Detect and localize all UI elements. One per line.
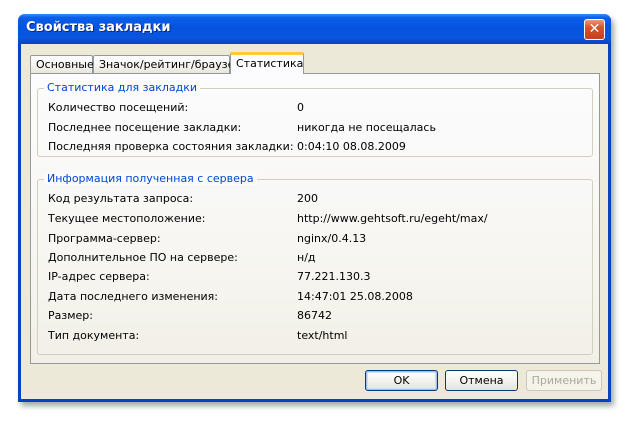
info-label: Текущее местоположение: [48,212,206,225]
info-row-server-software: Программа-сервер: nginx/0.4.13 [38,232,592,248]
info-row-extra-software: Дополнительное ПО на сервере: н/д [38,251,592,267]
ok-button[interactable]: OK [365,370,438,391]
info-label: Программа-сервер: [48,232,161,245]
info-value: http://www.gehtsoft.ru/egeht/max/ [297,212,488,225]
stat-label: Последняя проверка состояния закладки: [48,140,294,153]
info-label: Размер: [48,309,93,322]
info-row-response-code: Код результата запроса: 200 [38,192,592,208]
stat-row-visits: Количество посещений: 0 [38,101,592,117]
info-row-size: Размер: 86742 [38,309,592,325]
title-bar[interactable]: Свойства закладки ✕ [18,14,611,44]
stat-row-last-visit: Последнее посещение закладки: никогда не… [38,121,592,137]
group-server-info: Информация полученная с сервера Код резу… [37,172,593,355]
info-row-content-type: Тип документа: text/html [38,329,592,345]
info-value: 86742 [297,309,332,322]
group-bookmark-stats: Статистика для закладки Количество посещ… [37,81,593,157]
info-label: Код результата запроса: [48,192,194,205]
info-label: Тип документа: [48,329,140,342]
stat-value: 0 [297,101,304,114]
info-label: Дополнительное ПО на сервере: [48,251,238,264]
close-button[interactable]: ✕ [584,19,605,40]
info-row-location: Текущее местоположение: http://www.gehts… [38,212,592,228]
info-row-last-modified: Дата последнего изменения: 14:47:01 25.0… [38,290,592,306]
stat-label: Последнее посещение закладки: [48,121,242,134]
close-icon: ✕ [588,21,601,37]
info-value: н/д [297,251,316,264]
info-value: 14:47:01 25.08.2008 [297,290,413,303]
info-value: text/html [297,329,348,342]
tab-general[interactable]: Основные [30,55,94,73]
group-title-server-info: Информация полученная с сервера [44,172,257,185]
info-value: nginx/0.4.13 [297,232,367,245]
info-label: IP-адрес сервера: [48,270,150,283]
info-row-ip-address: IP-адрес сервера: 77.221.130.3 [38,270,592,286]
dialog-body: Основные Значок/рейтинг/браузер Статисти… [21,44,608,399]
tab-statistics[interactable]: Статистика [230,52,304,74]
info-value: 77.221.130.3 [297,270,371,283]
apply-button[interactable]: Применить [526,370,602,391]
info-label: Дата последнего изменения: [48,290,219,303]
stat-row-last-check: Последняя проверка состояния закладки: 0… [38,140,592,156]
stat-value: 0:04:10 08.08.2009 [297,140,406,153]
window-title: Свойства закладки [26,20,171,35]
tab-icon-rating-browser[interactable]: Значок/рейтинг/браузер [93,55,241,73]
tab-panel-statistics: Статистика для закладки Количество посещ… [30,73,600,364]
info-value: 200 [297,192,318,205]
stat-label: Количество посещений: [48,101,189,114]
group-title-bookmark-stats: Статистика для закладки [44,81,201,94]
bookmark-properties-dialog: Свойства закладки ✕ Основные Значок/рейт… [18,14,611,402]
cancel-button[interactable]: Отмена [445,370,518,391]
stat-value: никогда не посещалась [297,121,436,134]
